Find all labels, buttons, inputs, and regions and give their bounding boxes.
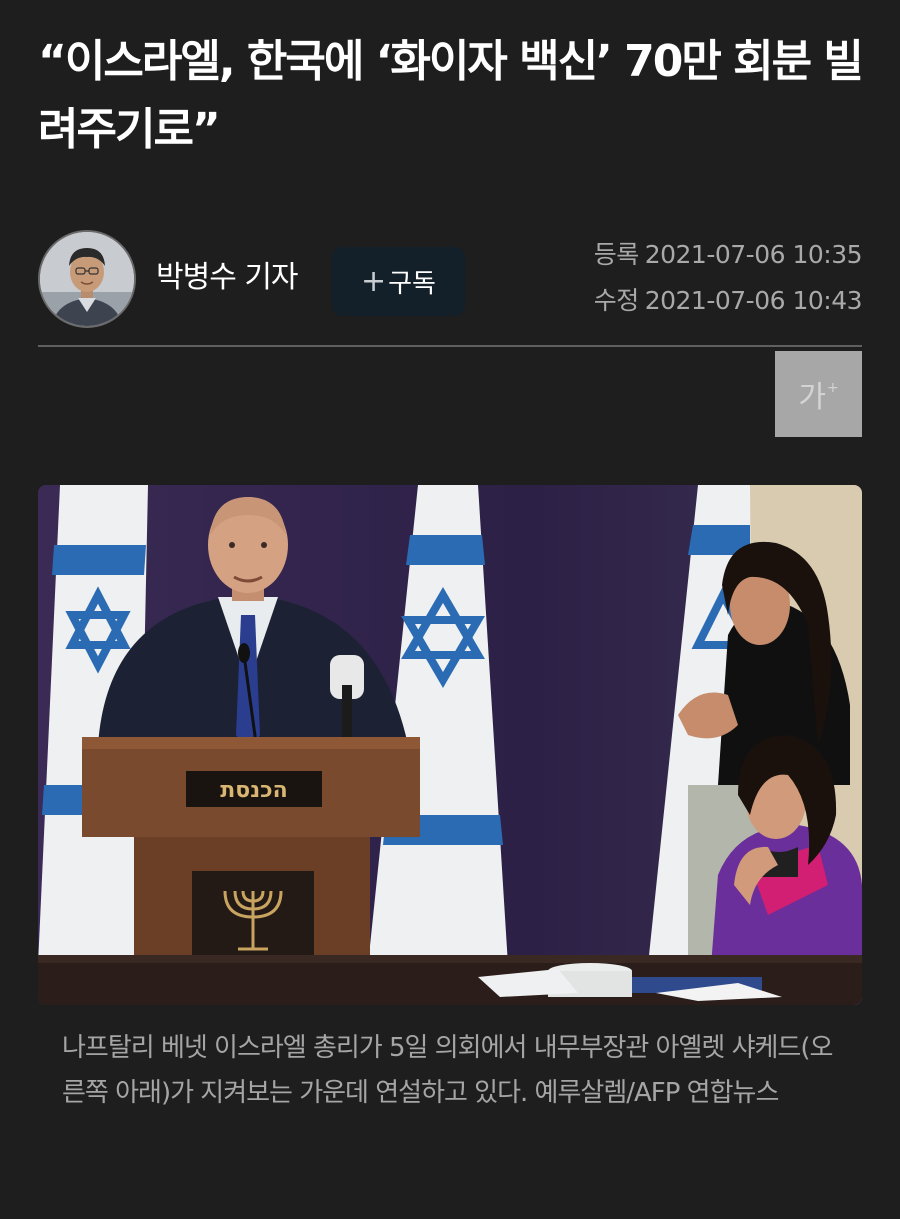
plus-icon: + [361,263,387,299]
font-size-plus: + [826,380,839,396]
article-headline: “이스라엘, 한국에 ‘화이자 백신’ 70만 회분 빌려주기로” [38,36,864,155]
photo-caption: 나프탈리 베넷 이스라엘 총리가 5일 의회에서 내무부장관 아옐렛 샤케드(오… [62,1033,833,1108]
byline: 박병수 기자 + 구독 등록 2021-07-06 10:35 수정 2021-07… [38,230,863,334]
byline-divider [38,345,862,347]
modified-value: 2021-07-06 10:43 [644,286,863,315]
reporter-name[interactable]: 박병수 기자 [156,258,299,298]
modified-label: 수정 [593,286,640,315]
font-size-icon: 가 [798,380,826,415]
registered-label: 등록 [593,240,640,269]
table [38,955,862,1005]
reporter-avatar[interactable] [38,230,136,328]
font-size-button[interactable]: 가 + [775,351,862,437]
podium-sign: הכנסת [220,778,288,803]
subscribe-button[interactable]: + 구독 [332,247,465,316]
article-dates: 등록 2021-07-06 10:35 수정 2021-07-06 10:43 [593,232,863,324]
registered-value: 2021-07-06 10:35 [644,240,863,269]
registered-date: 등록 2021-07-06 10:35 [593,232,863,278]
article-photo[interactable]: הכנסת [38,485,862,1005]
modified-date: 수정 2021-07-06 10:43 [593,278,863,324]
subscribe-label: 구독 [388,269,436,299]
